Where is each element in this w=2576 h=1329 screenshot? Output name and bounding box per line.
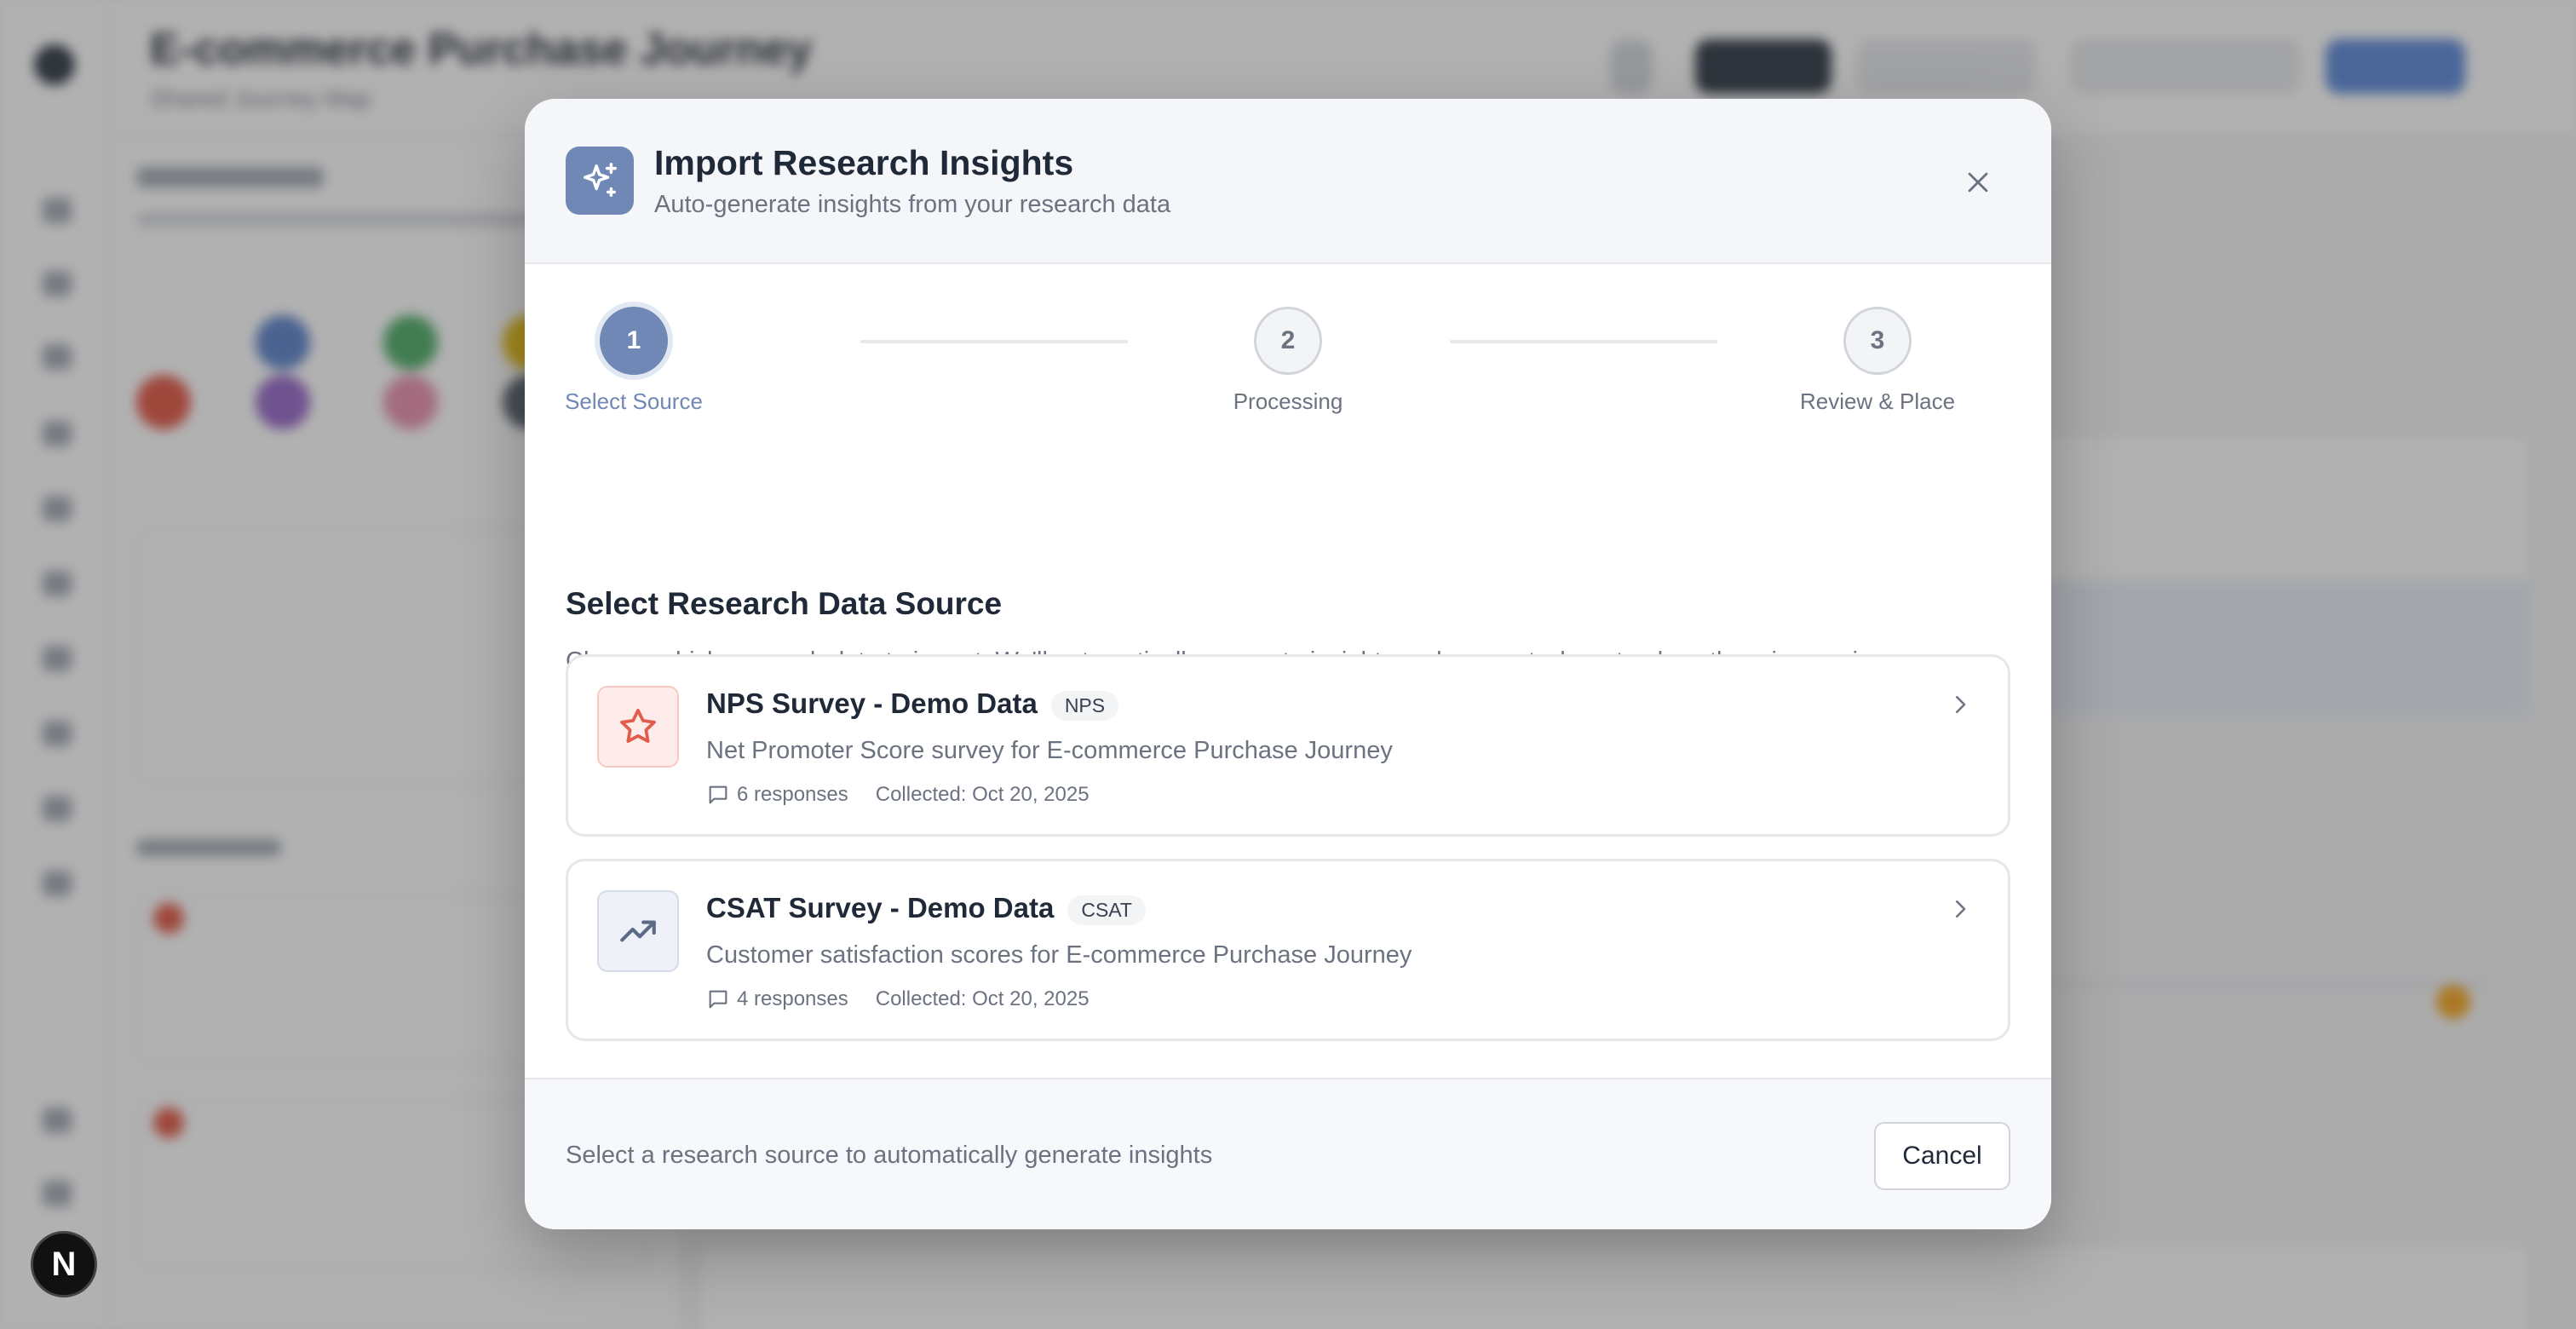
- modal-footer: Select a research source to automaticall…: [525, 1078, 2051, 1229]
- progress-stepper: 1 Select Source 2 Processing 3 Review & …: [565, 307, 2010, 426]
- close-button[interactable]: [1956, 160, 2000, 204]
- step-label: Processing: [1233, 388, 1343, 414]
- source-card-csat[interactable]: CSAT Survey - Demo Data CSAT Customer sat…: [566, 859, 2010, 1041]
- source-description: Customer satisfaction scores for E-comme…: [706, 941, 1412, 969]
- sparkles-icon: [566, 147, 634, 215]
- step-connector: [1450, 340, 1717, 343]
- source-meta: 4 responses Collected: Oct 20, 2025: [706, 987, 1090, 1011]
- cancel-button[interactable]: Cancel: [1874, 1122, 2010, 1190]
- response-count: 4 responses: [737, 987, 848, 1010]
- collected-date: Collected: Oct 20, 2025: [875, 783, 1090, 806]
- step-label: Review & Place: [1799, 388, 1956, 414]
- source-description: Net Promoter Score survey for E-commerce…: [706, 737, 1393, 764]
- close-icon: [1968, 172, 1988, 193]
- message-icon: [706, 987, 730, 1011]
- response-count: 6 responses: [737, 783, 848, 806]
- source-name: CSAT Survey - Demo Data CSAT: [706, 892, 1146, 925]
- section-title: Select Research Data Source: [566, 586, 1003, 621]
- step-number: 2: [1254, 307, 1322, 375]
- modal-title: Import Research Insights: [654, 143, 1074, 182]
- source-type-badge: NPS: [1050, 690, 1119, 721]
- chevron-right-icon: [1943, 688, 1977, 722]
- dev-tools-badge[interactable]: N: [31, 1231, 97, 1297]
- source-name: NPS Survey - Demo Data NPS: [706, 688, 1119, 721]
- import-insights-modal: Import Research Insights Auto-generate i…: [525, 99, 2051, 1229]
- trending-up-icon: [597, 890, 679, 972]
- modal-subtitle: Auto-generate insights from your researc…: [654, 191, 1171, 218]
- collected-date: Collected: Oct 20, 2025: [875, 987, 1090, 1010]
- chevron-right-icon: [1943, 892, 1977, 926]
- star-icon: [597, 686, 679, 768]
- step-label: Select Source: [565, 388, 703, 414]
- message-icon: [706, 783, 730, 807]
- step-connector: [860, 340, 1128, 343]
- modal-header: Import Research Insights Auto-generate i…: [525, 99, 2051, 264]
- step-number: 1: [600, 307, 668, 375]
- footer-hint: Select a research source to automaticall…: [566, 1142, 1213, 1169]
- source-type-badge: CSAT: [1067, 895, 1146, 925]
- source-meta: 6 responses Collected: Oct 20, 2025: [706, 783, 1090, 807]
- step-select-source: 1 Select Source: [525, 307, 753, 415]
- step-review-place: 3 Review & Place: [1758, 307, 1997, 415]
- step-processing: 2 Processing: [1169, 307, 1407, 415]
- source-card-nps[interactable]: NPS Survey - Demo Data NPS Net Promoter S…: [566, 654, 2010, 837]
- step-number: 3: [1843, 307, 1912, 375]
